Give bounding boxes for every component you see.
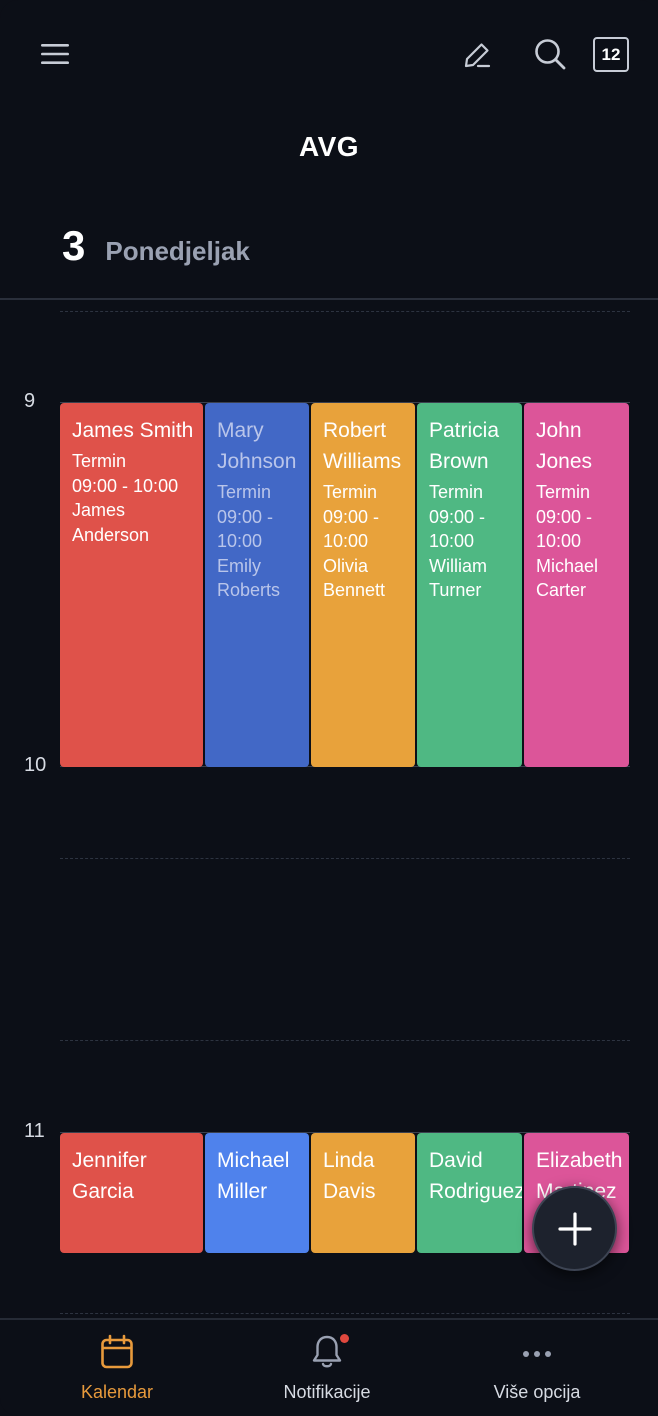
- nav-item-notifications[interactable]: Notifikacije: [227, 1334, 427, 1403]
- event-title: John Jones: [536, 419, 593, 473]
- event-card[interactable]: Linda Davis: [311, 1133, 415, 1253]
- event-card[interactable]: James Smith Termin 09:00 - 10:00 James A…: [60, 403, 203, 767]
- search-button[interactable]: [528, 32, 572, 76]
- nav-label: Kalendar: [80, 1382, 154, 1402]
- event-card[interactable]: John Jones Termin 09:00 - 10:00 Michael …: [524, 403, 629, 767]
- day-header: 3 Ponedjeljak: [62, 222, 250, 270]
- event-time: 09:00 - 10:00: [217, 506, 274, 552]
- event-title: Robert Williams: [323, 419, 402, 473]
- event-card[interactable]: Jennifer Garcia: [60, 1133, 203, 1253]
- event-time: 09:00 - 10:00: [429, 506, 486, 552]
- top-bar: 12: [0, 0, 658, 110]
- plus-icon: [557, 1211, 592, 1246]
- menu-icon: [41, 44, 69, 64]
- event-title: Jennifer Garcia: [72, 1149, 147, 1203]
- nav-label: Više opcija: [493, 1382, 581, 1402]
- half-hour-line: [60, 1313, 630, 1314]
- event-title: Michael Miller: [217, 1149, 290, 1203]
- event-person: Olivia Bennett: [323, 555, 386, 601]
- app-frame: 12 AVG 3 Ponedjeljak 9 10 11 James Smith…: [0, 0, 658, 1416]
- edit-icon: [464, 43, 491, 68]
- nav-item-calendar[interactable]: Kalendar: [17, 1334, 217, 1403]
- event-card[interactable]: Michael Miller: [205, 1133, 309, 1253]
- event-type: Termin: [323, 482, 378, 502]
- event-card[interactable]: David Rodriguez: [417, 1133, 522, 1253]
- menu-button[interactable]: [34, 36, 76, 72]
- half-hour-line: [60, 1040, 630, 1041]
- day-name: Ponedjeljak: [105, 236, 250, 266]
- bell-icon: [312, 1335, 342, 1368]
- event-card[interactable]: Robert Williams Termin 09:00 - 10:00 Oli…: [311, 403, 415, 767]
- event-time: 09:00 - 10:00: [536, 506, 593, 552]
- event-time: 09:00 - 10:00: [72, 475, 179, 496]
- day-number: 3: [62, 222, 86, 269]
- event-title: David Rodriguez: [429, 1149, 522, 1203]
- schedule-grid[interactable]: 9 10 11 James Smith Termin 09:00 - 10:00…: [0, 300, 658, 1318]
- hour-label: 9: [24, 390, 36, 412]
- event-person: James Anderson: [72, 500, 150, 545]
- event-type: Termin: [429, 482, 484, 502]
- event-title: Mary Johnson: [217, 419, 297, 473]
- event-card[interactable]: Patricia Brown Termin 09:00 - 10:00 Will…: [417, 403, 522, 767]
- today-date-button[interactable]: 12: [593, 37, 629, 72]
- bottom-nav: Kalendar Notifikacije Više opcija: [0, 1318, 658, 1416]
- nav-item-more-options[interactable]: Više opcija: [437, 1334, 637, 1403]
- event-title: Linda Davis: [323, 1149, 376, 1203]
- event-person: William Turner: [429, 555, 487, 601]
- event-title: James Smith: [72, 419, 194, 442]
- nav-label: Notifikacije: [283, 1382, 371, 1402]
- calendar-icon: [101, 1334, 133, 1369]
- half-hour-line: [60, 311, 630, 312]
- event-type: Termin: [536, 482, 591, 502]
- add-event-button[interactable]: [532, 1186, 617, 1271]
- event-type: Termin: [72, 451, 127, 471]
- half-hour-line: [60, 858, 630, 859]
- more-icon: [523, 1351, 551, 1357]
- month-title: AVG: [298, 131, 360, 162]
- event-type: Termin: [217, 482, 272, 502]
- event-person: Michael Carter: [536, 555, 599, 601]
- event-title: Patricia Brown: [429, 419, 500, 473]
- notification-badge: [340, 1334, 349, 1343]
- search-icon: [535, 39, 566, 70]
- event-time: 09:00 - 10:00: [323, 506, 380, 552]
- hour-label: 11: [24, 1120, 45, 1142]
- hour-label: 10: [24, 754, 47, 776]
- event-person: Emily Roberts: [217, 555, 281, 601]
- edit-button[interactable]: [456, 34, 498, 76]
- event-card[interactable]: Mary Johnson Termin 09:00 - 10:00 Emily …: [205, 403, 309, 767]
